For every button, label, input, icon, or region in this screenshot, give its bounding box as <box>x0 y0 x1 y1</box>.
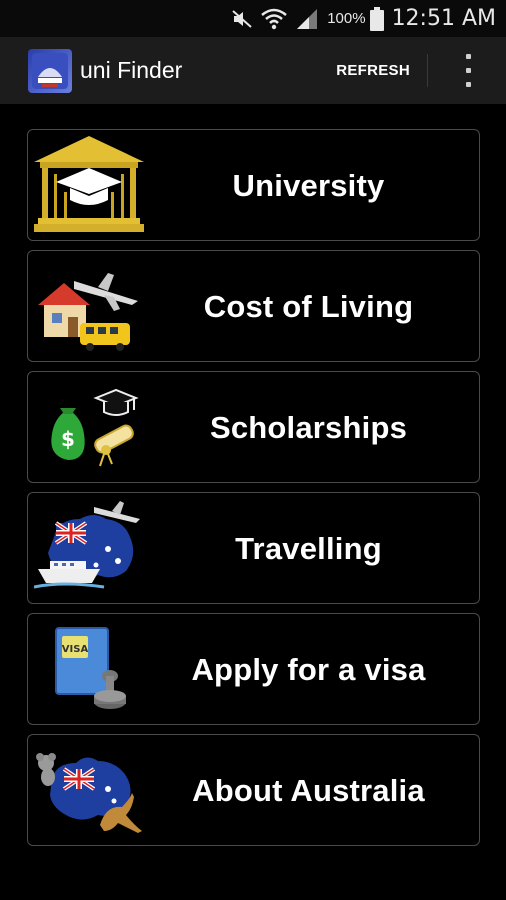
menu-item-cost-of-living[interactable]: Cost of Living <box>27 250 480 362</box>
menu-item-label: About Australia <box>192 773 425 808</box>
menu-item-apply-for-visa[interactable]: VISA Apply for a visa <box>27 613 480 725</box>
menu-item-scholarships[interactable]: $ Scholarships <box>27 371 480 483</box>
app-logo-icon <box>28 48 72 93</box>
overflow-menu-icon[interactable] <box>458 54 478 87</box>
svg-text:VISA: VISA <box>62 644 89 655</box>
menu-item-label: Cost of Living <box>203 289 414 324</box>
clock: 12:51 AM <box>391 6 496 31</box>
refresh-button[interactable]: REFRESH <box>336 37 410 104</box>
house-plane-bus-icon <box>34 255 144 359</box>
money-bag-graduation-icon: $ <box>34 376 144 480</box>
menu-item-label: University <box>232 168 385 203</box>
visa-stamp-icon: VISA <box>34 618 144 722</box>
menu-item-university[interactable]: University <box>27 129 480 241</box>
menu-item-label: Apply for a visa <box>191 652 426 687</box>
app-title: uni Finder <box>80 57 183 83</box>
menu-item-about-australia[interactable]: About Australia <box>27 734 480 846</box>
svg-text:$: $ <box>61 427 75 451</box>
status-bar: 100% 12:51 AM <box>0 0 506 37</box>
signal-icon <box>295 8 319 30</box>
australia-map-koala-kangaroo-icon <box>34 739 144 843</box>
mute-icon <box>231 9 253 29</box>
battery-icon <box>369 6 384 31</box>
main-menu: University Cost of Living $ Scholarships… <box>27 129 480 855</box>
action-bar-divider <box>427 54 428 87</box>
menu-item-label: Scholarships <box>209 410 408 445</box>
wifi-icon <box>261 8 287 30</box>
australia-flag-plane-ship-icon <box>33 497 144 601</box>
action-bar: uni Finder REFRESH <box>0 37 506 104</box>
menu-item-travelling[interactable]: Travelling <box>27 492 480 604</box>
university-building-icon <box>34 134 144 238</box>
menu-item-label: Travelling <box>235 531 382 566</box>
battery-percent: 100% <box>327 10 366 27</box>
